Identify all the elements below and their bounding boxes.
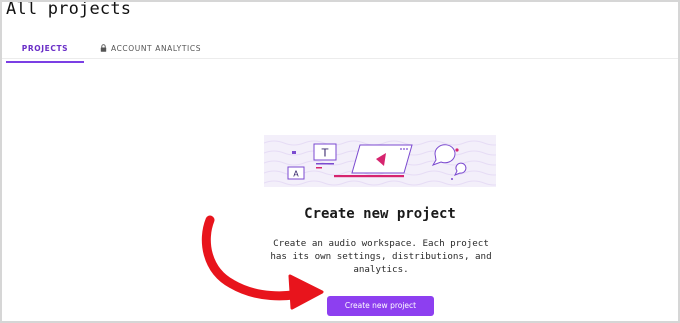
- tab-projects[interactable]: PROJECTS: [6, 44, 84, 63]
- page-title: All projects: [6, 0, 132, 19]
- tab-bar: PROJECTS ACCOUNT ANALYTICS: [2, 38, 678, 63]
- empty-state-description: Create an audio workspace. Each project …: [270, 238, 492, 275]
- empty-state-heading: Create new project: [304, 206, 456, 222]
- lock-icon: [100, 44, 107, 52]
- illustration-letter-a: A: [293, 170, 299, 179]
- illustration-laptop-base: [334, 175, 404, 178]
- tab-account-analytics[interactable]: ACCOUNT ANALYTICS: [100, 44, 210, 60]
- app-window: All projects PROJECTS ACCOUNT ANALYTICS …: [0, 0, 680, 323]
- illustration-letter-t: T: [321, 147, 329, 160]
- tab-account-analytics-label: ACCOUNT ANALYTICS: [110, 44, 202, 53]
- empty-state-illustration: T A: [264, 135, 496, 187]
- illustration-dot: [292, 151, 296, 154]
- create-new-project-button[interactable]: Create new project: [327, 296, 434, 316]
- tab-projects-label: PROJECTS: [21, 44, 69, 53]
- illustration-pink-dot: [455, 148, 459, 152]
